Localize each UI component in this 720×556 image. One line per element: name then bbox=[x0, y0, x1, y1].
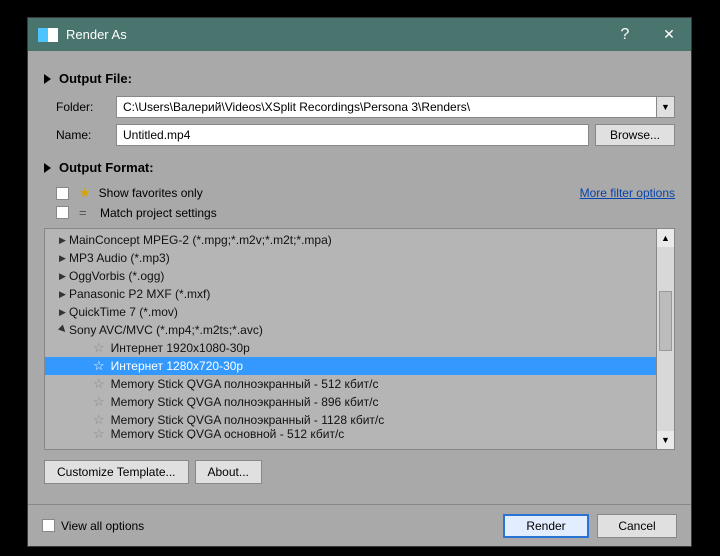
star-outline-icon: ☆ bbox=[93, 358, 105, 374]
collapse-icon[interactable] bbox=[44, 163, 51, 173]
preset-item[interactable]: ☆Memory Stick QVGA основной - 512 кбит/с bbox=[45, 429, 656, 439]
tree-item[interactable]: ▶MP3 Audio (*.mp3) bbox=[45, 249, 656, 267]
render-button[interactable]: Render bbox=[503, 514, 589, 538]
titlebar: Render As ? ✕ bbox=[28, 18, 691, 51]
help-button[interactable]: ? bbox=[603, 18, 647, 51]
star-outline-icon: ☆ bbox=[93, 394, 105, 410]
footer: View all options Render Cancel bbox=[28, 504, 691, 546]
preset-item[interactable]: ☆Memory Stick QVGA полноэкранный - 512 к… bbox=[45, 375, 656, 393]
match-icon: = bbox=[79, 205, 92, 220]
more-filter-link[interactable]: More filter options bbox=[580, 186, 675, 200]
view-all-checkbox[interactable] bbox=[42, 519, 55, 532]
preset-item[interactable]: ☆Memory Stick QVGA полноэкранный - 896 к… bbox=[45, 393, 656, 411]
scroll-down-icon[interactable]: ▼ bbox=[657, 431, 674, 449]
name-label: Name: bbox=[56, 128, 116, 142]
folder-combo[interactable]: C:\Users\Валерий\Videos\XSplit Recording… bbox=[116, 96, 675, 118]
match-project-checkbox[interactable] bbox=[56, 206, 69, 219]
favorites-checkbox[interactable] bbox=[56, 187, 69, 200]
output-file-heading: Output File: bbox=[59, 71, 132, 86]
render-as-dialog: Render As ? ✕ Output File: Folder: C:\Us… bbox=[27, 17, 692, 547]
name-input[interactable] bbox=[116, 124, 589, 146]
app-icon bbox=[38, 28, 58, 42]
view-all-label: View all options bbox=[61, 519, 503, 533]
about-button[interactable]: About... bbox=[195, 460, 262, 484]
output-file-section: Output File: bbox=[44, 71, 675, 86]
preset-item[interactable]: ☆Memory Stick QVGA полноэкранный - 1128 … bbox=[45, 411, 656, 429]
close-button[interactable]: ✕ bbox=[647, 18, 691, 51]
output-format-heading: Output Format: bbox=[59, 160, 154, 175]
scroll-thumb[interactable] bbox=[659, 291, 672, 351]
star-outline-icon: ☆ bbox=[93, 412, 105, 428]
scroll-up-icon[interactable]: ▲ bbox=[657, 229, 674, 247]
star-outline-icon: ☆ bbox=[93, 340, 105, 356]
scrollbar[interactable]: ▲ ▼ bbox=[656, 229, 674, 449]
tree-item[interactable]: ▶MainConcept MPEG-2 (*.mpg;*.m2v;*.m2t;*… bbox=[45, 231, 656, 249]
format-tree: ▶MainConcept MPEG-2 (*.mpg;*.m2v;*.m2t;*… bbox=[44, 228, 675, 450]
tree-item-expanded[interactable]: ▶Sony AVC/MVC (*.mp4;*.m2ts;*.avc) bbox=[45, 321, 656, 339]
tree-item[interactable]: ▶QuickTime 7 (*.mov) bbox=[45, 303, 656, 321]
tree-item[interactable]: ▶OggVorbis (*.ogg) bbox=[45, 267, 656, 285]
star-outline-icon: ☆ bbox=[93, 429, 105, 439]
star-outline-icon: ☆ bbox=[93, 376, 105, 392]
customize-template-button[interactable]: Customize Template... bbox=[44, 460, 189, 484]
match-project-label: Match project settings bbox=[100, 206, 217, 220]
tree-item[interactable]: ▶Panasonic P2 MXF (*.mxf) bbox=[45, 285, 656, 303]
chevron-down-icon[interactable]: ▼ bbox=[656, 97, 674, 117]
preset-item-selected[interactable]: ☆Интернет 1280x720-30p bbox=[45, 357, 656, 375]
star-icon: ★ bbox=[79, 185, 91, 201]
browse-button[interactable]: Browse... bbox=[595, 124, 675, 146]
cancel-button[interactable]: Cancel bbox=[597, 514, 677, 538]
collapse-icon[interactable] bbox=[44, 74, 51, 84]
window-title: Render As bbox=[66, 27, 603, 42]
folder-label: Folder: bbox=[56, 100, 116, 114]
favorites-label: Show favorites only bbox=[99, 186, 203, 200]
folder-value: C:\Users\Валерий\Videos\XSplit Recording… bbox=[123, 100, 470, 114]
preset-item[interactable]: ☆Интернет 1920x1080-30p bbox=[45, 339, 656, 357]
output-format-section: Output Format: bbox=[44, 160, 675, 175]
